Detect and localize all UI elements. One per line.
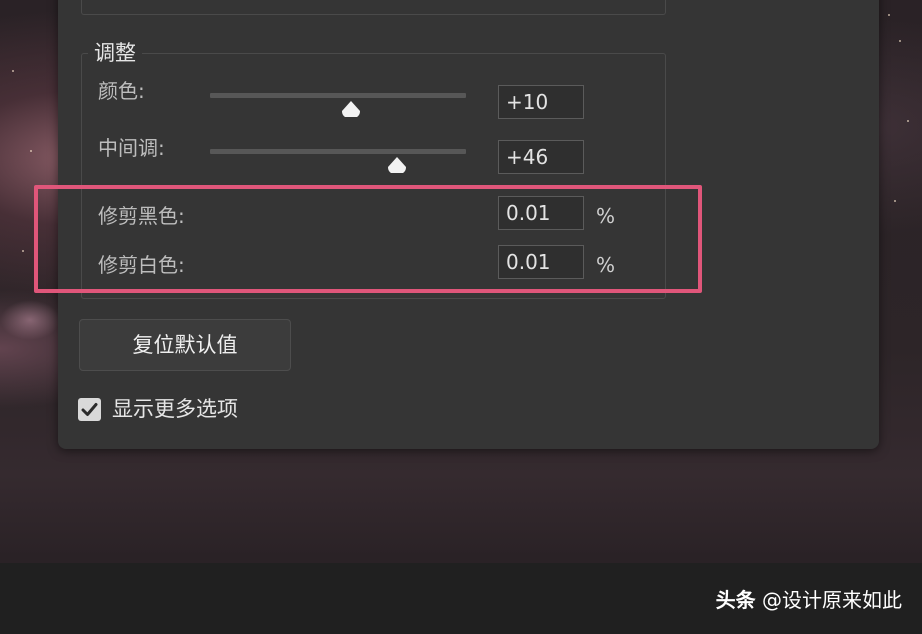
color-slider[interactable] [210, 93, 466, 123]
background-speck [12, 70, 14, 72]
background-mist [0, 300, 60, 340]
slider-track [210, 149, 466, 154]
show-more-options-label[interactable]: 显示更多选项 [112, 396, 238, 422]
midtone-slider[interactable] [210, 149, 466, 179]
watermark: 头条 @设计原来如此 [716, 587, 902, 613]
background-speck [894, 200, 896, 202]
color-label: 颜色: [98, 79, 145, 103]
check-icon [81, 403, 98, 416]
background-speck [907, 120, 909, 122]
slider-thumb-icon[interactable] [340, 100, 362, 118]
background-speck [22, 250, 24, 252]
slider-thumb-icon[interactable] [386, 156, 408, 174]
background-speck [888, 14, 890, 16]
group-title: 调整 [88, 40, 142, 66]
midtone-label: 中间调: [98, 136, 165, 160]
watermark-bar: 头条 @设计原来如此 [0, 563, 922, 634]
highlight-annotation [34, 185, 702, 293]
show-more-options-checkbox[interactable] [78, 398, 101, 421]
slider-track [210, 93, 466, 98]
background-speck [30, 150, 32, 152]
reset-defaults-button[interactable]: 复位默认值 [79, 319, 291, 371]
color-value-input[interactable]: +10 [498, 85, 584, 119]
watermark-brand: 头条 [715, 588, 756, 612]
watermark-handle: @设计原来如此 [762, 588, 902, 612]
background-speck [899, 40, 901, 42]
previous-section-frame [81, 0, 666, 15]
midtone-value-input[interactable]: +46 [498, 140, 584, 174]
screenshot-stage: 调整 颜色: +10 中间调: +46 修剪黑色: 0.01 % 修剪白色: 0… [0, 0, 922, 634]
